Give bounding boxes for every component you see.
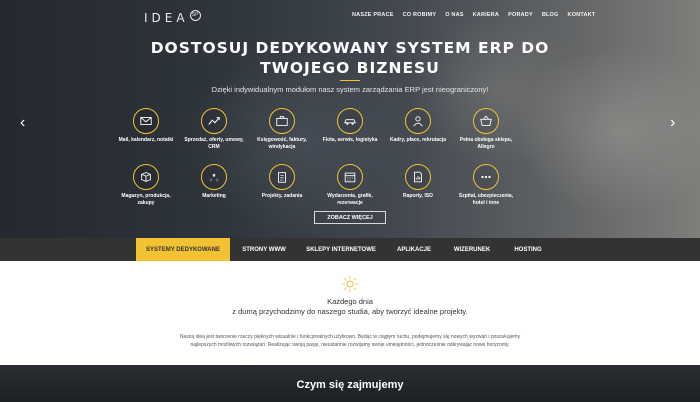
chart-trend-icon (201, 108, 227, 134)
logo[interactable]: IDEA SP (144, 9, 201, 26)
feature-label: Mail, kalendarz, notatki (118, 137, 174, 143)
nav-item-nasze-prace[interactable]: NASZE PRACE (352, 12, 394, 18)
feature-label: Pełna obsługa sklepu, Allegro (459, 137, 513, 150)
feature-label: Marketing (202, 193, 226, 199)
tab-aplikacje[interactable]: APLIKACJE (386, 238, 442, 261)
nav-item-blog[interactable]: BLOG (542, 12, 559, 18)
more-icon (473, 164, 499, 190)
see-more-button[interactable]: ZOBACZ WIĘCEJ (314, 211, 386, 224)
feature-mail[interactable]: Mail, kalendarz, notatki (112, 108, 180, 164)
intro-description: Naszą ideą jest tworzenie rzeczy pięknyc… (140, 333, 560, 349)
tab-hosting[interactable]: HOSTING (502, 238, 554, 261)
nav-item-kariera[interactable]: KARIERA (473, 12, 499, 18)
logo-badge: SP (189, 9, 201, 21)
tagline-line-1: Każdego dnia (327, 297, 373, 306)
feature-placeholder (520, 108, 588, 164)
nav-item-o-nas[interactable]: O NAS (445, 12, 463, 18)
logo-text: IDEA (144, 11, 189, 25)
tagline-line-2: z dumą przychodzimy do naszego studia, a… (232, 307, 468, 316)
svg-text:☆: ☆ (209, 177, 213, 182)
feature-label: Księgowość, faktury, windykacja (257, 137, 307, 150)
description-line-2: najlepszych możliwych rozwiązań. Realizu… (190, 342, 510, 348)
report-icon (405, 164, 431, 190)
services-tab-bar: SYSTEMY DEDYKOWANE STRONY WWW SKLEPY INT… (0, 238, 700, 261)
slider-prev-arrow-icon[interactable]: ‹ (20, 114, 25, 132)
hero-subline: Dzięki indywidualnym modułom nasz system… (211, 85, 489, 94)
feature-fleet[interactable]: Flota, serwis, logistyka (316, 108, 384, 164)
slider-next-arrow-icon[interactable]: › (670, 114, 675, 132)
description-line-1: Naszą ideą jest tworzenie rzeczy pięknyc… (179, 334, 521, 340)
briefcase-icon (269, 108, 295, 134)
nav-item-porady[interactable]: PORADY (508, 12, 533, 18)
feature-warehouse[interactable]: Magazyn, produkcja, zakupy (112, 164, 180, 220)
feature-label: Wydarzenia, grafik, rezerwacje (327, 193, 373, 206)
feature-sales[interactable]: Sprzedaż, oferty, umowy, CRM (180, 108, 248, 164)
nav-item-kontakt[interactable]: KONTAKT (568, 12, 596, 18)
stars-icon: ★ ☆ ☆ (201, 164, 227, 190)
feature-label: Flota, serwis, logistyka (322, 137, 378, 143)
feature-label: Magazyn, produkcja, zakupy (121, 193, 171, 206)
feature-marketing[interactable]: ★ ☆ ☆ Marketing (180, 164, 248, 220)
sun-icon (341, 275, 359, 293)
tab-sklepy-internetowe[interactable]: SKLEPY INTERNETOWE (298, 238, 384, 261)
feature-shop[interactable]: Pełna obsługa sklepu, Allegro (452, 108, 520, 164)
calendar-icon (337, 164, 363, 190)
person-icon (405, 108, 431, 134)
tab-systemy-dedykowane[interactable]: SYSTEMY DEDYKOWANE (136, 238, 230, 261)
clipboard-icon (269, 164, 295, 190)
mail-icon (133, 108, 159, 134)
services-section: Czym się zajmujemy (0, 365, 700, 402)
feature-hr[interactable]: Kadry, płace, rekrutacja (384, 108, 452, 164)
section-title: Czym się zajmujemy (296, 379, 404, 391)
tab-strony-www[interactable]: STRONY WWW (232, 238, 296, 261)
feature-label: Projekty, zadania (261, 193, 303, 199)
svg-text:☆: ☆ (215, 177, 219, 182)
feature-accounting[interactable]: Księgowość, faktury, windykacja (248, 108, 316, 164)
feature-label: Sprzedaż, oferty, umowy, CRM (184, 137, 244, 150)
feature-label: Szpital, ubezpieczenia, hotel i inne (458, 193, 514, 206)
hero-headline: DOSTOSUJ DEDYKOWANY SYSTEM ERP DO TWOJEG… (140, 38, 560, 78)
feature-projects[interactable]: Projekty, zadania (248, 164, 316, 220)
hero-headline-line-1: DOSTOSUJ DEDYKOWANY SYSTEM ERP DO (150, 39, 550, 57)
box-icon (133, 164, 159, 190)
hero-headline-line-2: TWOJEGO BIZNESU (260, 59, 440, 77)
nav-item-co-robimy[interactable]: CO ROBIMY (403, 12, 437, 18)
car-icon (337, 108, 363, 134)
feature-label: Kadry, płace, rekrutacja (389, 137, 447, 143)
feature-reports[interactable]: Raporty, ISO (384, 164, 452, 220)
feature-label: Raporty, ISO (403, 193, 433, 199)
intro-tagline: Każdego dnia z dumą przychodzimy do nasz… (200, 297, 500, 317)
feature-other[interactable]: Szpital, ubezpieczenia, hotel i inne (452, 164, 520, 220)
headline-divider (340, 80, 360, 81)
tab-wizerunek[interactable]: WIZERUNEK (444, 238, 500, 261)
feature-grid: Mail, kalendarz, notatki Sprzedaż, ofert… (112, 108, 588, 220)
shopping-basket-icon (473, 108, 499, 134)
hero-banner: IDEA SP NASZE PRACE CO ROBIMY O NAS KARI… (0, 0, 700, 240)
main-navigation: NASZE PRACE CO ROBIMY O NAS KARIERA PORA… (352, 12, 595, 18)
